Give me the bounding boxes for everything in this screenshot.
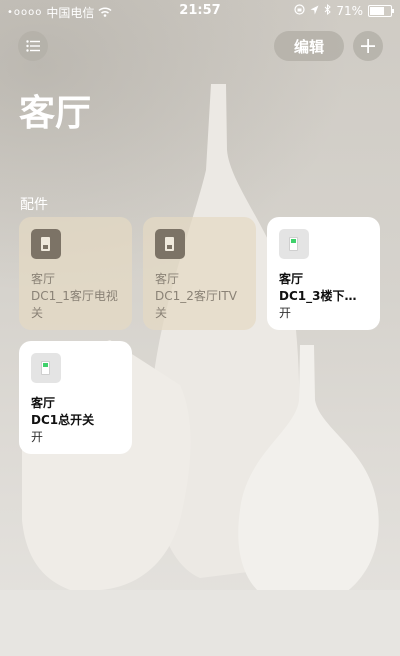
status-bar: •oooo 中国电信 21:57 71% bbox=[0, 0, 400, 22]
switch-off-icon bbox=[31, 229, 61, 259]
accessory-tile-dc1-master[interactable]: 客厅 DC1总开关 开 bbox=[19, 341, 132, 454]
edit-button[interactable]: 编辑 bbox=[274, 31, 344, 61]
accessory-room: 客厅 bbox=[279, 272, 304, 286]
accessory-state: 关 bbox=[31, 306, 44, 320]
accessory-name: DC1_1客厅电视 bbox=[31, 289, 118, 303]
accessory-state: 开 bbox=[279, 306, 292, 320]
menu-list-button[interactable] bbox=[18, 31, 48, 61]
battery-percent: 71% bbox=[336, 4, 363, 18]
switch-off-icon bbox=[155, 229, 185, 259]
bluetooth-icon bbox=[324, 3, 332, 18]
accessory-name: DC1_3楼下… bbox=[279, 289, 357, 303]
battery-level-fill bbox=[370, 7, 385, 15]
battery-icon bbox=[368, 5, 394, 17]
add-button[interactable] bbox=[353, 31, 383, 61]
room-title: 客厅 bbox=[19, 93, 92, 134]
accessory-tile-dc1-1[interactable]: 客厅 DC1_1客厅电视 关 bbox=[19, 217, 132, 330]
section-label-accessories: 配件 bbox=[20, 197, 48, 213]
accessory-room: 客厅 bbox=[155, 272, 180, 286]
accessory-state: 开 bbox=[31, 430, 44, 444]
accessory-name: DC1_2客厅ITV bbox=[155, 289, 237, 303]
list-icon bbox=[26, 40, 40, 52]
accessory-room: 客厅 bbox=[31, 396, 56, 410]
accessory-tile-dc1-3[interactable]: 客厅 DC1_3楼下… 开 bbox=[267, 217, 380, 330]
switch-on-icon bbox=[279, 229, 309, 259]
accessory-name: DC1总开关 bbox=[31, 413, 95, 427]
plus-icon bbox=[361, 39, 375, 53]
accessory-state: 关 bbox=[155, 306, 168, 320]
accessory-tile-dc1-2[interactable]: 客厅 DC1_2客厅ITV 关 bbox=[143, 217, 256, 330]
location-arrow-icon bbox=[310, 4, 319, 18]
orientation-lock-icon bbox=[294, 4, 305, 18]
switch-on-icon bbox=[31, 353, 61, 383]
accessory-room: 客厅 bbox=[31, 272, 56, 286]
